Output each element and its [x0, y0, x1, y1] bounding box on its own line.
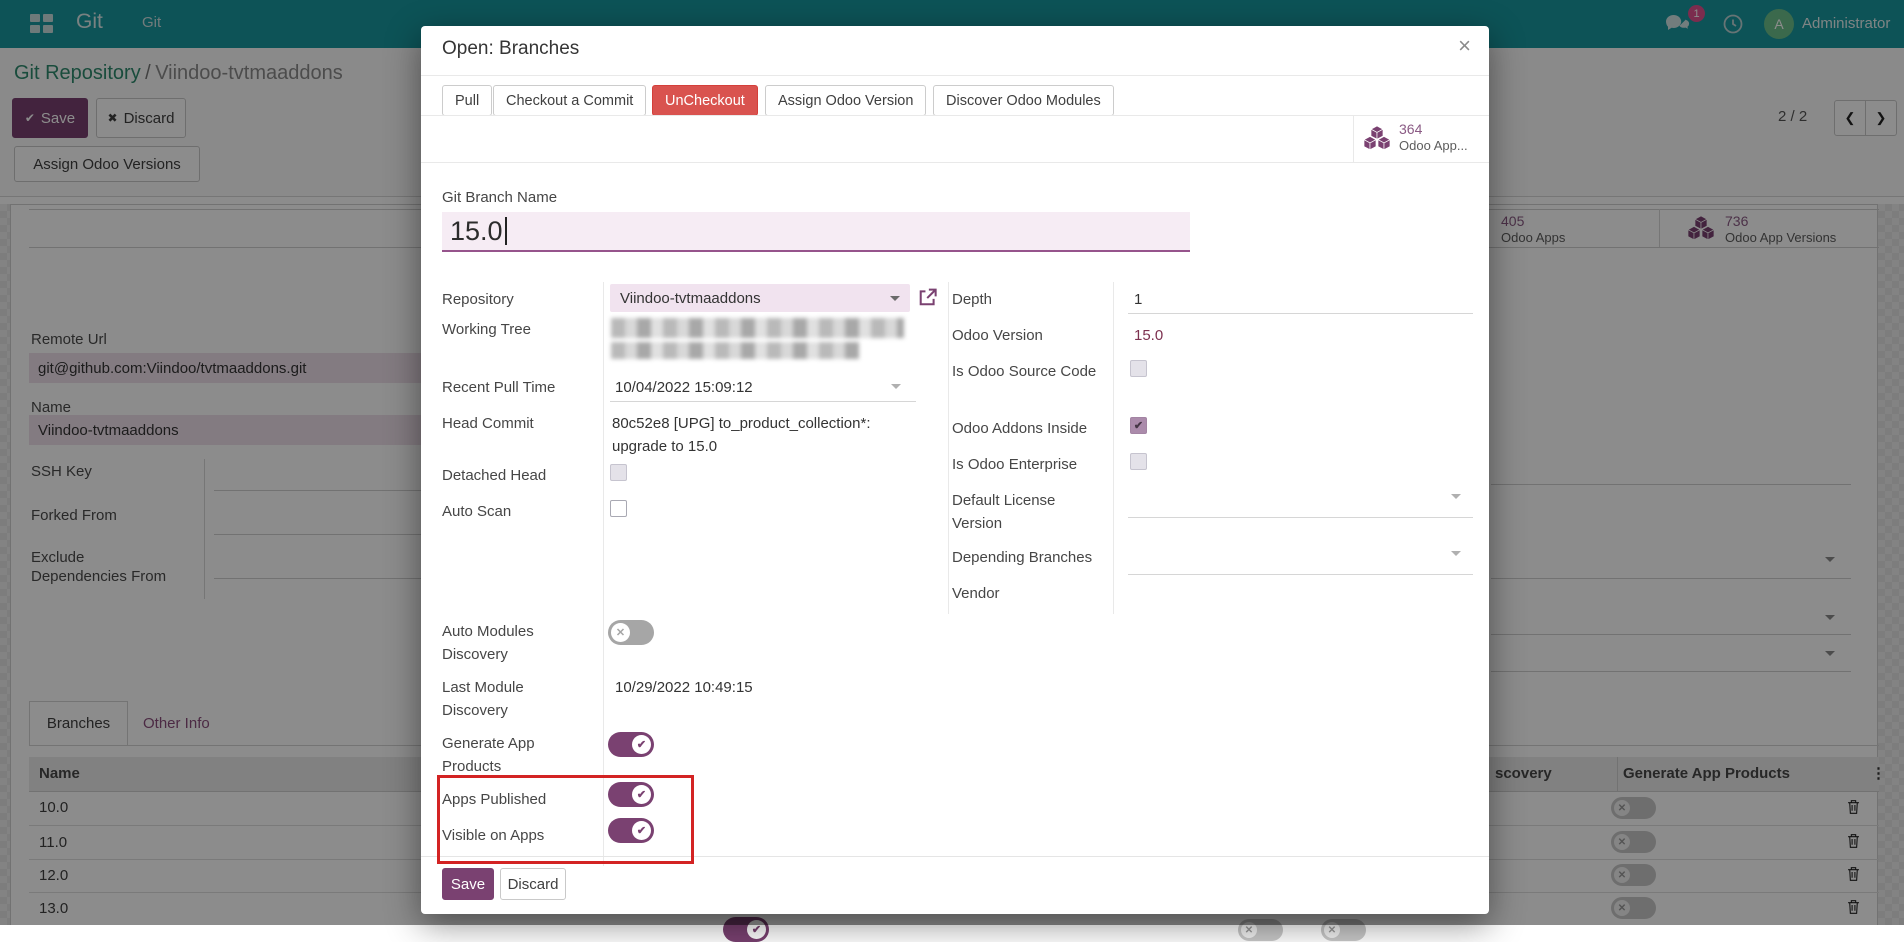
head-commit-value-line2: upgrade to 15.0 — [612, 435, 717, 458]
open-repository-external-icon[interactable] — [918, 288, 937, 307]
depth-underline — [1128, 313, 1473, 314]
working-tree-redacted-value — [611, 342, 859, 359]
odoo-addons-inside-checkbox[interactable]: ✔ — [1130, 417, 1147, 434]
uncheckout-button[interactable]: UnCheckout — [652, 85, 758, 116]
dialog-title: Open: Branches — [442, 38, 579, 60]
is-odoo-enterprise-checkbox[interactable] — [1130, 453, 1147, 470]
git-branch-name-input[interactable]: 15.0 — [442, 212, 1190, 252]
generate-app-products-toggle[interactable]: ✔ — [608, 732, 654, 757]
repository-select[interactable]: Viindoo-tvtmaaddons — [610, 284, 910, 312]
close-icon[interactable]: × — [1458, 36, 1471, 56]
is-odoo-source-code-checkbox[interactable] — [1130, 360, 1147, 377]
depending-branches-input[interactable] — [1128, 574, 1473, 575]
odoo-addons-inside-label: Odoo Addons Inside — [952, 417, 1107, 440]
odoo-version-label: Odoo Version — [952, 324, 1107, 347]
modal-discard-button[interactable]: Discard — [500, 868, 566, 900]
recent-pull-underline — [610, 401, 916, 402]
modal-save-label: Save — [451, 876, 485, 893]
last-module-discovery-value: 10/29/2022 10:49:15 — [615, 676, 753, 699]
auto-modules-discovery-toggle[interactable]: ✕ — [608, 620, 654, 645]
header-border — [421, 75, 1489, 76]
discover-odoo-modules-button[interactable]: Discover Odoo Modules — [933, 85, 1114, 116]
depth-label: Depth — [952, 288, 1107, 311]
detached-head-checkbox[interactable] — [610, 464, 627, 481]
repository-value: Viindoo-tvtmaaddons — [620, 287, 761, 310]
vendor-label: Vendor — [952, 582, 1107, 605]
generate-app-products-label: Generate App Products — [442, 732, 592, 778]
repository-caret-icon — [890, 296, 900, 301]
license-caret-icon — [1451, 494, 1461, 499]
annotation-highlight-box — [437, 775, 694, 864]
assign-odoo-version-button[interactable]: Assign Odoo Version — [765, 85, 926, 116]
working-tree-redacted-value — [611, 318, 904, 338]
discover-odoo-modules-label: Discover Odoo Modules — [946, 93, 1101, 109]
default-license-version-label: Default License Version — [952, 489, 1107, 535]
odoo-app-stat-label: Odoo App... — [1399, 138, 1468, 153]
modal-discard-label: Discard — [508, 876, 559, 893]
odoo-app-stat-button[interactable]: 364 Odoo App... — [1353, 115, 1489, 162]
detached-head-label: Detached Head — [442, 464, 592, 487]
is-odoo-enterprise-label: Is Odoo Enterprise — [952, 453, 1107, 476]
group-divider — [948, 282, 949, 614]
recent-pull-caret-icon — [891, 384, 901, 389]
repository-label: Repository — [442, 288, 592, 311]
odoo-app-stat-count: 364 — [1399, 121, 1422, 137]
head-commit-value-line1: 80c52e8 [UPG] to_product_collection*: — [612, 412, 871, 435]
open-branches-dialog: Open: Branches × Pull Checkout a Commit … — [421, 26, 1489, 914]
cubes-icon — [1363, 125, 1391, 151]
checkout-a-commit-button[interactable]: Checkout a Commit — [493, 85, 646, 116]
checkout-a-commit-label: Checkout a Commit — [506, 93, 633, 109]
auto-modules-discovery-label: Auto Modules Discovery — [442, 620, 592, 666]
last-module-discovery-label: Last Module Discovery — [442, 676, 592, 722]
modal-save-button[interactable]: Save — [442, 868, 494, 900]
working-tree-label: Working Tree — [442, 318, 592, 341]
text-cursor — [505, 217, 507, 245]
is-odoo-source-code-label: Is Odoo Source Code — [952, 360, 1107, 383]
recent-pull-time-input[interactable]: 10/04/2022 15:09:12 — [615, 376, 753, 399]
pull-button[interactable]: Pull — [442, 85, 492, 116]
odoo-version-value: 15.0 — [1134, 324, 1163, 347]
pull-button-label: Pull — [455, 93, 479, 109]
depending-branches-label: Depending Branches — [952, 546, 1107, 569]
uncheckout-label: UnCheckout — [665, 93, 745, 109]
head-commit-label: Head Commit — [442, 412, 592, 435]
git-branch-name-label: Git Branch Name — [442, 186, 557, 209]
statusbar-border — [421, 115, 1489, 116]
auto-scan-label: Auto Scan — [442, 500, 592, 523]
default-license-version-input[interactable] — [1128, 517, 1473, 518]
depth-input[interactable]: 1 — [1134, 288, 1142, 311]
auto-scan-checkbox[interactable] — [610, 500, 627, 517]
stat-strip-border — [421, 162, 1489, 163]
assign-odoo-version-label: Assign Odoo Version — [778, 93, 913, 109]
depending-branches-caret-icon — [1451, 551, 1461, 556]
git-branch-name-value: 15.0 — [450, 216, 503, 247]
right-group-separator — [1113, 282, 1114, 614]
recent-pull-time-label: Recent Pull Time — [442, 376, 592, 399]
